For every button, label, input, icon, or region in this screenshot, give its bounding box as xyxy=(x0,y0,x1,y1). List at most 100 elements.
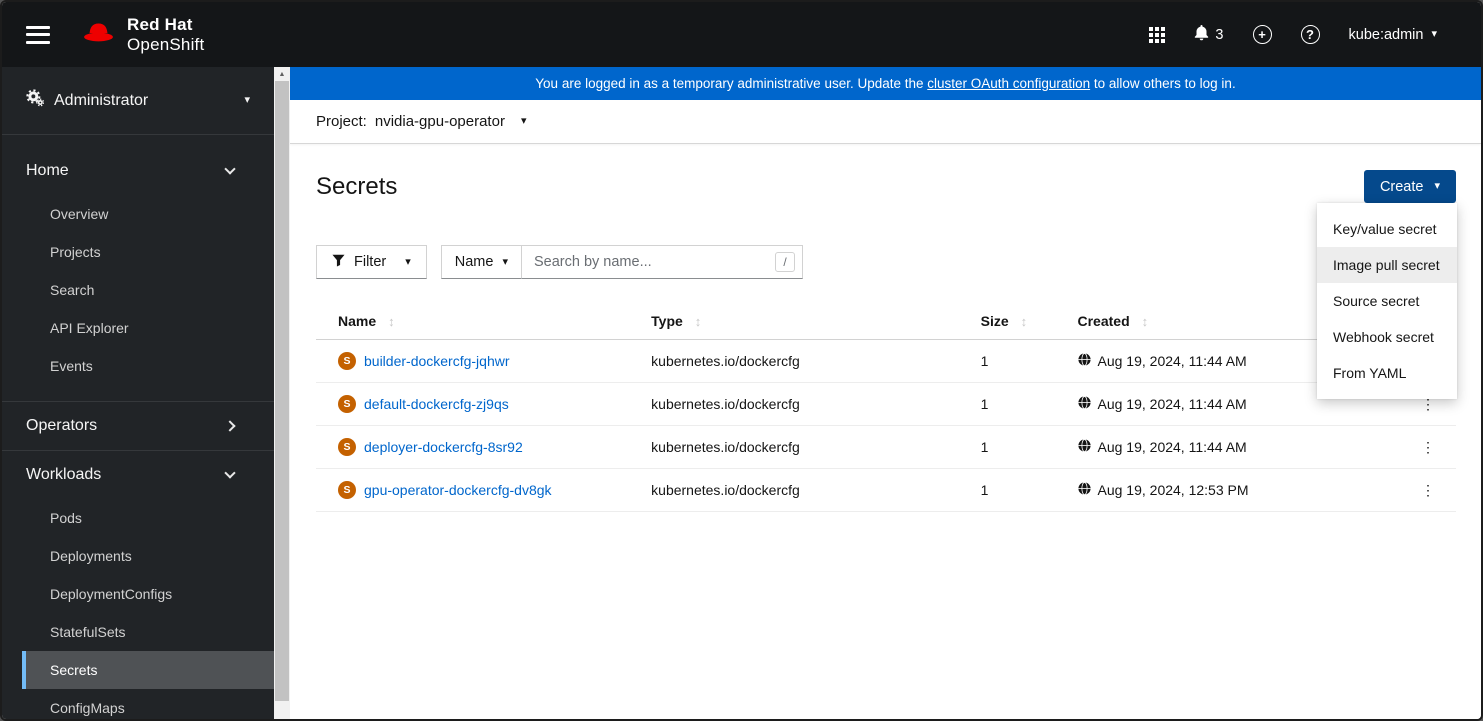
nav-group-home: Home Overview Projects Search API Explor… xyxy=(2,135,274,401)
search-input[interactable] xyxy=(521,245,803,279)
hamburger-menu-icon[interactable] xyxy=(26,21,50,48)
sidebar-item-secrets[interactable]: Secrets xyxy=(22,651,274,689)
created-timestamp: Aug 19, 2024, 12:53 PM xyxy=(1097,482,1249,498)
created-timestamp: Aug 19, 2024, 11:44 AM xyxy=(1097,353,1247,369)
filter-dropdown[interactable]: Filter ▾ xyxy=(316,245,427,279)
brand[interactable]: Red Hat OpenShift xyxy=(80,15,204,54)
globe-icon xyxy=(1077,439,1091,455)
secret-link[interactable]: gpu-operator-dockercfg-dv8gk xyxy=(364,482,552,498)
chevron-down-icon xyxy=(224,163,236,175)
globe-icon xyxy=(1077,482,1091,498)
red-hat-logo-icon xyxy=(80,19,117,51)
menu-item-from-yaml[interactable]: From YAML xyxy=(1317,355,1457,391)
brand-line2: OpenShift xyxy=(127,34,205,54)
help-button[interactable]: ? xyxy=(1300,25,1320,44)
sidebar-item-overview[interactable]: Overview xyxy=(2,195,274,233)
sidebar-item-statefulsets[interactable]: StatefulSets xyxy=(2,613,274,651)
sidebar-item-configmaps[interactable]: ConfigMaps xyxy=(2,689,274,719)
secret-type: kubernetes.io/dockercfg xyxy=(651,425,981,469)
sort-icon: ↕ xyxy=(1141,314,1149,329)
nav-section-home[interactable]: Home xyxy=(2,147,274,195)
page-content: Secrets Create ▾ Filter ▾ Name ▾ Search … xyxy=(290,144,1481,512)
cluster-oauth-link[interactable]: cluster OAuth configuration xyxy=(927,76,1090,91)
created-timestamp: Aug 19, 2024, 11:44 AM xyxy=(1097,396,1247,412)
filter-label: Filter xyxy=(354,254,387,270)
brand-text: Red Hat OpenShift xyxy=(127,15,204,54)
secret-size: 1 xyxy=(980,382,1078,426)
chevron-right-icon xyxy=(224,420,236,432)
secret-badge: S xyxy=(338,438,356,456)
search-group: Name ▾ / xyxy=(440,245,803,279)
menu-item-source-secret[interactable]: Source secret xyxy=(1317,283,1457,319)
table-row: Sgpu-operator-dockercfg-dv8gk kubernetes… xyxy=(316,468,1456,512)
kebab-menu-icon[interactable]: ⋮ xyxy=(1408,425,1456,469)
project-label: Project: xyxy=(316,113,367,130)
sort-icon: ↕ xyxy=(1020,314,1028,329)
user-menu[interactable]: kube:admin ▾ xyxy=(1349,27,1438,43)
create-dropdown-menu: Key/value secret Image pull secret Sourc… xyxy=(1317,203,1457,399)
nav-section-operators[interactable]: Operators xyxy=(2,402,274,450)
kebab-menu-icon[interactable]: ⋮ xyxy=(1408,468,1456,512)
banner-text-after: to allow others to log in. xyxy=(1090,76,1236,91)
secret-badge: S xyxy=(338,395,356,413)
secret-type: kubernetes.io/dockercfg xyxy=(651,382,981,426)
cogs-icon xyxy=(26,89,45,112)
scrollbar-up-arrow-icon[interactable]: ▲ xyxy=(274,67,290,81)
masthead: Red Hat OpenShift 3 + ? kube:admin ▾ xyxy=(2,2,1481,67)
banner-text-before: You are logged in as a temporary adminis… xyxy=(535,76,928,91)
sort-icon: ↕ xyxy=(694,314,702,329)
notification-count: 3 xyxy=(1215,26,1224,43)
menu-item-image-pull-secret[interactable]: Image pull secret xyxy=(1317,247,1457,283)
nav-section-label: Workloads xyxy=(26,466,102,483)
secret-link[interactable]: deployer-dockercfg-8sr92 xyxy=(364,439,523,455)
secret-badge: S xyxy=(338,352,356,370)
column-header-type[interactable]: Type ↕ xyxy=(651,303,981,340)
sidebar-item-events[interactable]: Events xyxy=(2,347,274,385)
main-content: You are logged in as a temporary adminis… xyxy=(290,67,1481,719)
secret-size: 1 xyxy=(980,425,1078,469)
nav-group-operators: Operators xyxy=(2,401,274,450)
secret-size: 1 xyxy=(980,339,1078,383)
column-header-size[interactable]: Size ↕ xyxy=(980,303,1078,340)
masthead-toolbar: 3 + ? kube:admin ▾ xyxy=(1149,24,1438,45)
column-header-name[interactable]: Name ↕ xyxy=(316,303,652,340)
add-button[interactable]: + xyxy=(1252,25,1272,44)
keyboard-shortcut-hint: / xyxy=(774,252,795,272)
sidebar-item-search[interactable]: Search xyxy=(2,271,274,309)
secret-link[interactable]: default-dockercfg-zj9qs xyxy=(364,396,509,412)
table-header-row: Name ↕ Type ↕ Size ↕ Created ↕ xyxy=(316,303,1456,340)
globe-icon xyxy=(1077,396,1091,412)
sidebar-item-deploymentconfigs[interactable]: DeploymentConfigs xyxy=(2,575,274,613)
create-button[interactable]: Create ▾ xyxy=(1363,170,1456,203)
secret-badge: S xyxy=(338,481,356,499)
secret-link[interactable]: builder-dockercfg-jqhwr xyxy=(364,353,510,369)
nav-section-workloads[interactable]: Workloads xyxy=(2,451,274,499)
browser-window: Red Hat OpenShift 3 + ? kube:admin ▾ Adm… xyxy=(0,0,1483,721)
scrollbar-thumb[interactable] xyxy=(275,81,289,701)
caret-down-icon: ▾ xyxy=(502,255,508,268)
nav-section-label: Home xyxy=(26,162,69,179)
app-launcher-icon[interactable] xyxy=(1149,26,1166,43)
notifications-button[interactable]: 3 xyxy=(1194,24,1224,45)
sidebar-item-projects[interactable]: Projects xyxy=(2,233,274,271)
perspective-label: Administrator xyxy=(54,91,149,109)
menu-item-webhook-secret[interactable]: Webhook secret xyxy=(1317,319,1457,355)
username: kube:admin xyxy=(1348,26,1424,43)
menu-item-key-value-secret[interactable]: Key/value secret xyxy=(1317,211,1457,247)
name-filter-label: Name xyxy=(454,254,494,270)
sidebar-item-api-explorer[interactable]: API Explorer xyxy=(2,309,274,347)
perspective-switcher[interactable]: Administrator ▾ xyxy=(2,67,274,135)
sidebar-item-deployments[interactable]: Deployments xyxy=(2,537,274,575)
caret-down-icon: ▾ xyxy=(1431,28,1437,40)
login-notice-banner: You are logged in as a temporary adminis… xyxy=(290,67,1481,100)
search-attribute-dropdown[interactable]: Name ▾ xyxy=(440,245,522,279)
nav-group-workloads: Workloads Pods Deployments DeploymentCon… xyxy=(2,450,274,719)
page-header: Secrets Create ▾ xyxy=(316,170,1456,203)
sidebar-item-pods[interactable]: Pods xyxy=(2,499,274,537)
filter-toolbar: Filter ▾ Name ▾ / xyxy=(316,245,1456,279)
sidebar-scrollbar[interactable]: ▲ xyxy=(274,67,290,719)
project-selector[interactable]: Project: nvidia-gpu-operator ▾ xyxy=(290,100,1481,144)
app-body: Administrator ▾ Home Overview Projects S… xyxy=(2,67,1481,719)
secret-type: kubernetes.io/dockercfg xyxy=(651,339,981,383)
sort-icon: ↕ xyxy=(388,314,395,329)
